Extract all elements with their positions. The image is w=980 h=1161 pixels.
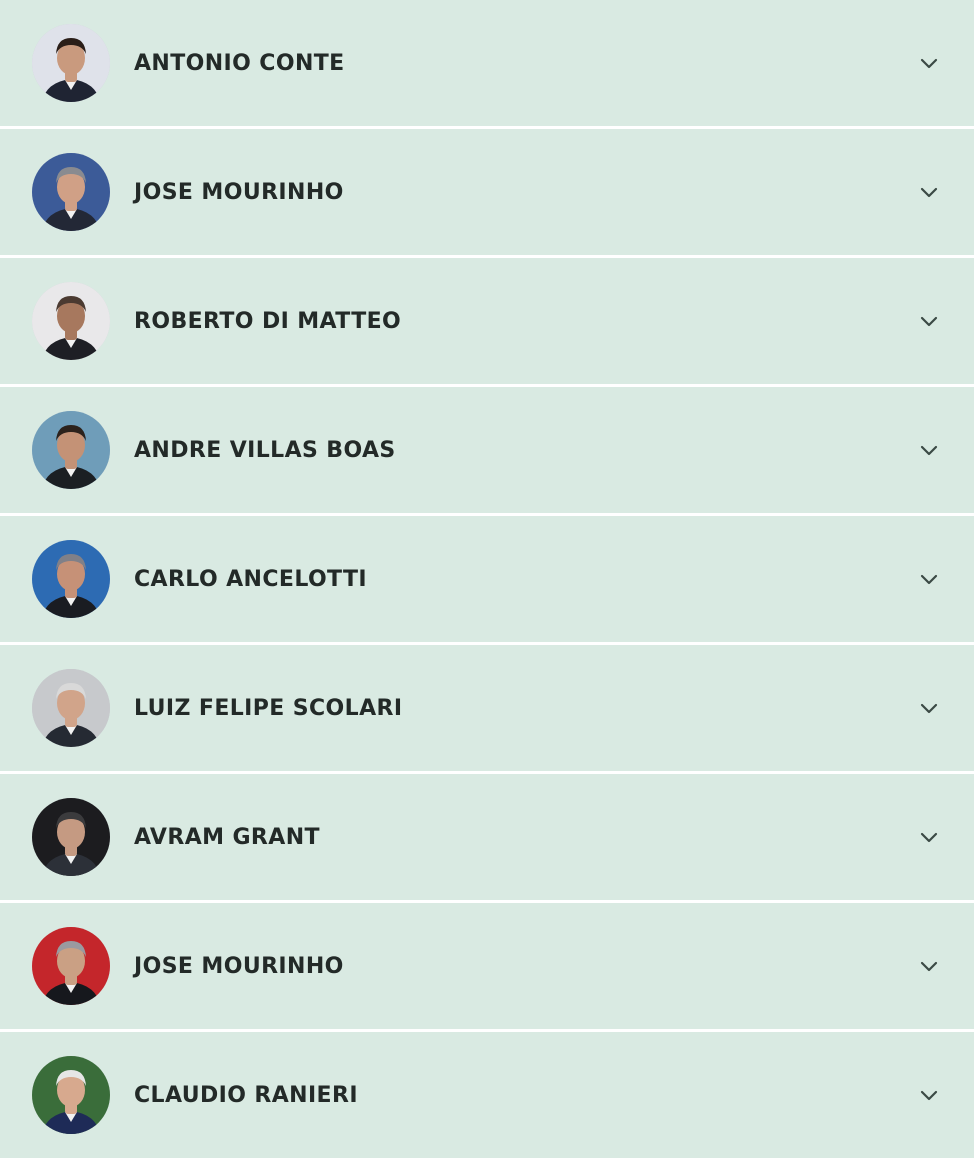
manager-accordion-item[interactable]: AVRAM GRANT [0, 774, 974, 900]
chevron-down-icon[interactable] [918, 181, 940, 203]
manager-list: ANTONIO CONTE JOSE MOURINHO ROBERTO DI M… [0, 0, 974, 1158]
chevron-down-icon[interactable] [918, 439, 940, 461]
manager-accordion-item[interactable]: ANTONIO CONTE [0, 0, 974, 126]
manager-accordion-item[interactable]: JOSE MOURINHO [0, 129, 974, 255]
chevron-down-icon[interactable] [918, 826, 940, 848]
manager-avatar [32, 798, 110, 876]
chevron-down-icon[interactable] [918, 1084, 940, 1106]
manager-name: CLAUDIO RANIERI [134, 1082, 358, 1108]
manager-avatar [32, 24, 110, 102]
chevron-down-icon[interactable] [918, 697, 940, 719]
manager-avatar [32, 540, 110, 618]
manager-name: JOSE MOURINHO [134, 179, 344, 205]
manager-avatar [32, 927, 110, 1005]
chevron-down-icon[interactable] [918, 955, 940, 977]
manager-accordion-item[interactable]: ROBERTO DI MATTEO [0, 258, 974, 384]
manager-name: ROBERTO DI MATTEO [134, 308, 402, 334]
manager-accordion-item[interactable]: CLAUDIO RANIERI [0, 1032, 974, 1158]
manager-name: JOSE MOURINHO [134, 953, 344, 979]
manager-name: AVRAM GRANT [134, 824, 320, 850]
manager-accordion-item[interactable]: JOSE MOURINHO [0, 903, 974, 1029]
manager-avatar [32, 411, 110, 489]
manager-accordion-item[interactable]: LUIZ FELIPE SCOLARI [0, 645, 974, 771]
manager-avatar [32, 669, 110, 747]
manager-avatar [32, 1056, 110, 1134]
manager-avatar [32, 282, 110, 360]
manager-name: ANDRE VILLAS BOAS [134, 437, 396, 463]
manager-accordion-item[interactable]: ANDRE VILLAS BOAS [0, 387, 974, 513]
manager-avatar [32, 153, 110, 231]
manager-name: LUIZ FELIPE SCOLARI [134, 695, 403, 721]
manager-name: CARLO ANCELOTTI [134, 566, 367, 592]
chevron-down-icon[interactable] [918, 568, 940, 590]
chevron-down-icon[interactable] [918, 52, 940, 74]
manager-name: ANTONIO CONTE [134, 50, 345, 76]
chevron-down-icon[interactable] [918, 310, 940, 332]
manager-accordion-item[interactable]: CARLO ANCELOTTI [0, 516, 974, 642]
